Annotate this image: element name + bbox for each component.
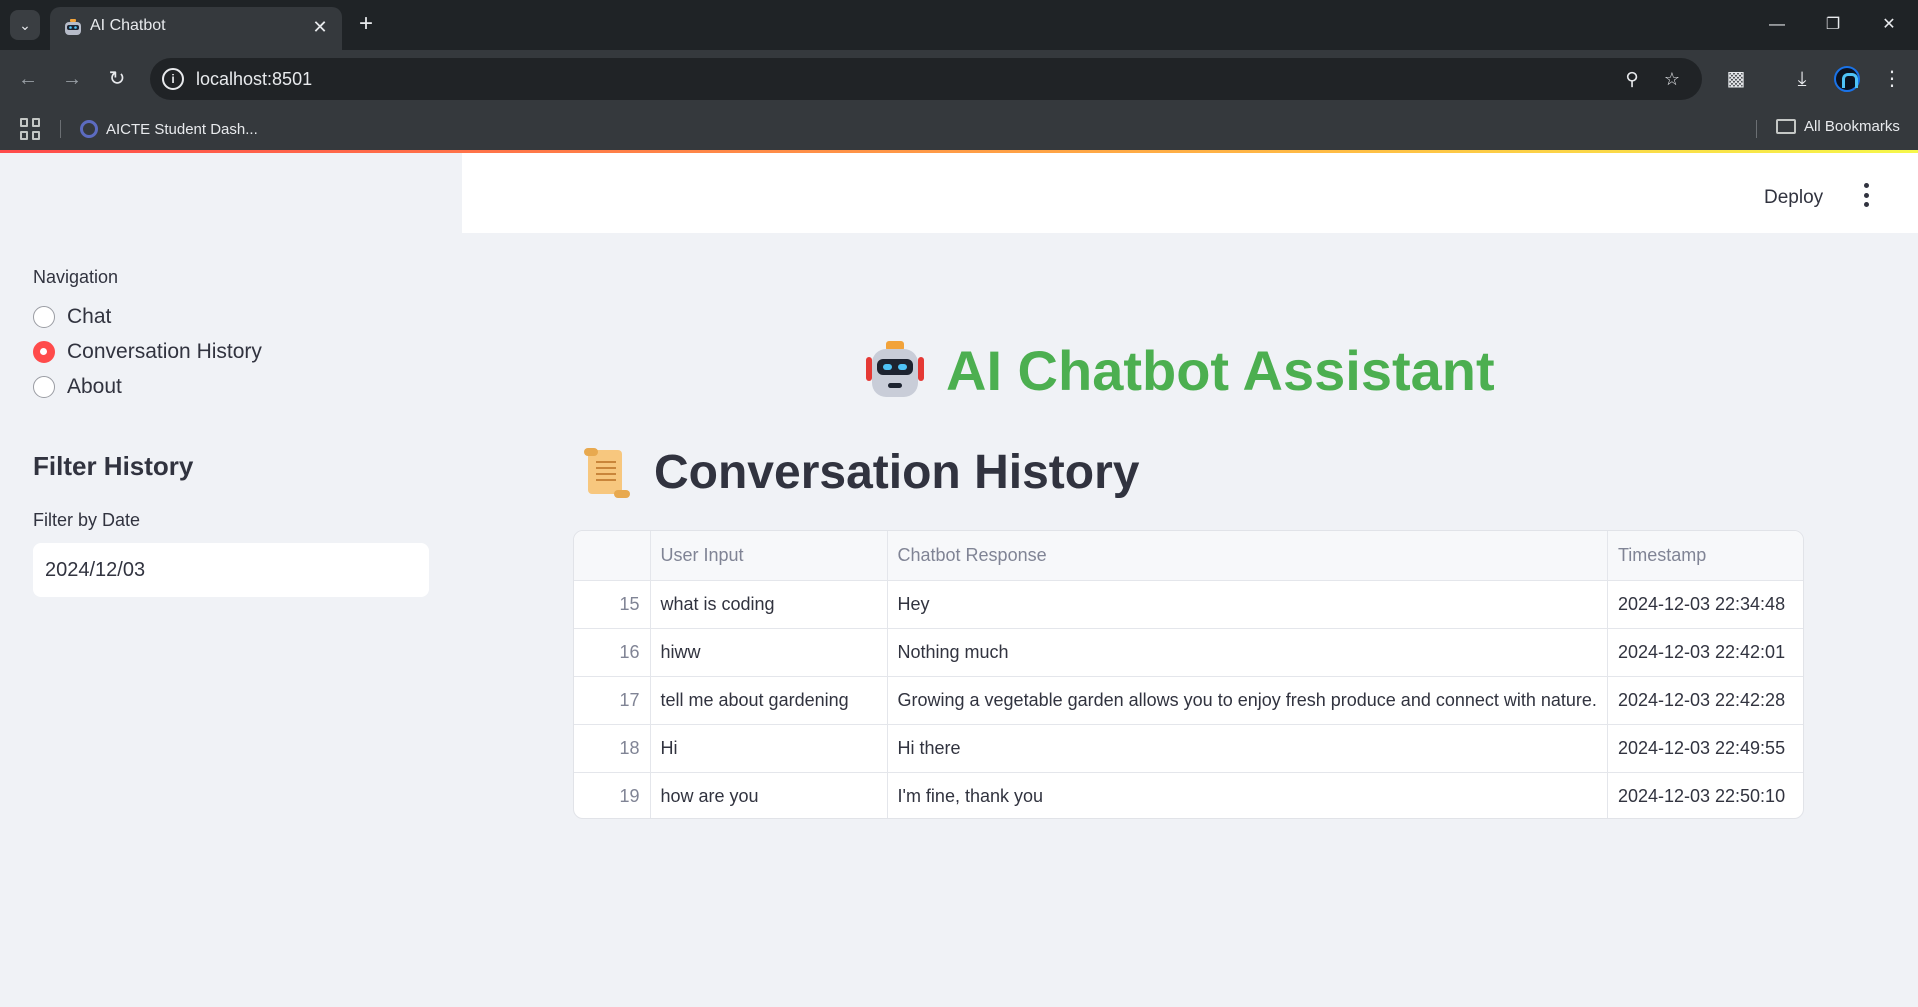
main-menu-icon[interactable] bbox=[1860, 183, 1872, 207]
close-tab-icon[interactable]: ✕ bbox=[308, 15, 332, 39]
folder-icon bbox=[1776, 119, 1796, 134]
cell-timestamp[interactable]: 2024-12-03 22:50:10 bbox=[1607, 772, 1803, 818]
radio-button-selected[interactable] bbox=[33, 341, 55, 363]
nav-option-label: Conversation History bbox=[67, 340, 262, 363]
reload-icon[interactable]: ↻ bbox=[101, 63, 133, 95]
scroll-icon bbox=[584, 447, 630, 498]
cell-response[interactable]: I'm fine, thank you bbox=[887, 772, 1608, 818]
restore-icon[interactable]: ❐ bbox=[1818, 10, 1848, 40]
back-icon[interactable]: ← bbox=[12, 63, 44, 95]
robot-favicon-icon bbox=[65, 19, 81, 35]
radio-button[interactable] bbox=[33, 306, 55, 328]
nav-option-chat[interactable]: Chat bbox=[33, 305, 111, 329]
browser-tab[interactable]: AI Chatbot ✕ bbox=[50, 7, 342, 50]
profile-avatar[interactable] bbox=[1834, 66, 1860, 92]
filter-history-heading: Filter History bbox=[33, 451, 194, 481]
nav-option-about[interactable]: About bbox=[33, 375, 122, 399]
cell-timestamp[interactable]: 2024-12-03 22:42:28 bbox=[1607, 676, 1803, 725]
cell-user-input[interactable]: how are you bbox=[650, 772, 888, 818]
download-icon[interactable]: ⤓ bbox=[1786, 63, 1818, 95]
date-filter-input[interactable]: 2024/12/03 bbox=[33, 543, 429, 597]
zoom-icon[interactable]: ⚲ bbox=[1620, 67, 1644, 91]
table-row: 15 what is coding Hey 2024-12-03 22:34:4… bbox=[574, 580, 1803, 629]
section-title-text: Conversation History bbox=[654, 446, 1140, 499]
section-heading: Conversation History bbox=[580, 445, 1139, 500]
main-content: Deploy AI Chatbot Assistant Conversation… bbox=[462, 153, 1918, 1007]
cell-user-input[interactable]: hiww bbox=[650, 628, 888, 677]
column-header-timestamp[interactable]: Timestamp bbox=[1607, 531, 1803, 581]
sidebar: Navigation Chat Conversation History Abo… bbox=[0, 153, 462, 1007]
site-info-icon[interactable]: i bbox=[162, 68, 184, 90]
browser-menu-icon[interactable]: ⋮ bbox=[1876, 63, 1908, 95]
cell-user-input[interactable]: what is coding bbox=[650, 580, 888, 629]
cell-user-input[interactable]: Hi bbox=[650, 724, 888, 773]
nav-option-label: About bbox=[67, 375, 122, 398]
close-window-icon[interactable]: ✕ bbox=[1874, 10, 1904, 40]
robot-icon bbox=[866, 341, 924, 397]
row-index: 17 bbox=[574, 676, 651, 725]
browser-tab-bar: ⌄ AI Chatbot ✕ + — ❐ ✕ bbox=[0, 0, 1918, 50]
history-table[interactable]: User Input Chatbot Response Timestamp 15… bbox=[573, 530, 1804, 819]
cell-user-input[interactable]: tell me about gardening bbox=[650, 676, 888, 725]
forward-icon[interactable]: → bbox=[56, 63, 88, 95]
row-index: 19 bbox=[574, 772, 651, 818]
minimize-icon[interactable]: — bbox=[1762, 10, 1792, 40]
app-header: Deploy bbox=[462, 153, 1918, 233]
filter-date-label: Filter by Date bbox=[33, 510, 141, 530]
app-title: AI Chatbot Assistant bbox=[862, 335, 1702, 405]
row-index: 15 bbox=[574, 580, 651, 629]
row-index: 18 bbox=[574, 724, 651, 773]
all-bookmarks-label: All Bookmarks bbox=[1804, 118, 1900, 135]
radio-button[interactable] bbox=[33, 376, 55, 398]
nav-option-label: Chat bbox=[67, 305, 112, 328]
tab-title: AI Chatbot bbox=[90, 17, 166, 34]
row-index: 16 bbox=[574, 628, 651, 677]
navigation-label: Navigation bbox=[33, 267, 119, 287]
cell-timestamp[interactable]: 2024-12-03 22:42:01 bbox=[1607, 628, 1803, 677]
bookmark-label: AICTE Student Dash... bbox=[106, 120, 258, 138]
table-row: 17 tell me about gardening Growing a veg… bbox=[574, 676, 1803, 725]
bookmark-divider bbox=[60, 120, 61, 138]
cell-timestamp[interactable]: 2024-12-03 22:49:55 bbox=[1607, 724, 1803, 773]
cell-response[interactable]: Growing a vegetable garden allows you to… bbox=[887, 676, 1608, 725]
nav-option-conversation-history[interactable]: Conversation History bbox=[33, 340, 262, 364]
app-title-text: AI Chatbot Assistant bbox=[946, 338, 1495, 402]
apps-grid-icon[interactable] bbox=[20, 118, 42, 140]
column-header-index[interactable] bbox=[574, 531, 651, 581]
tab-search-icon[interactable]: ⌄ bbox=[10, 10, 40, 40]
cell-response[interactable]: Nothing much bbox=[887, 628, 1608, 677]
bookmark-item[interactable]: AICTE Student Dash... bbox=[80, 118, 258, 140]
new-tab-icon[interactable]: + bbox=[352, 10, 380, 38]
cell-response[interactable]: Hey bbox=[887, 580, 1608, 629]
browser-toolbar: ← → ↻ i localhost:8501 ⚲ ☆ ▩ ⤓ ⋮ bbox=[0, 50, 1918, 108]
aicte-logo-icon bbox=[80, 120, 98, 138]
extensions-icon[interactable]: ▩ bbox=[1720, 63, 1752, 95]
bookmark-star-icon[interactable]: ☆ bbox=[1660, 67, 1684, 91]
cell-timestamp[interactable]: 2024-12-03 22:34:48 bbox=[1607, 580, 1803, 629]
column-header-user-input[interactable]: User Input bbox=[650, 531, 888, 581]
bookmark-divider bbox=[1756, 120, 1757, 138]
bookmarks-bar: AICTE Student Dash... All Bookmarks bbox=[0, 108, 1918, 150]
table-row: 18 Hi Hi there 2024-12-03 22:49:55 bbox=[574, 724, 1803, 773]
column-header-chatbot-response[interactable]: Chatbot Response bbox=[887, 531, 1608, 581]
table-row: 16 hiww Nothing much 2024-12-03 22:42:01 bbox=[574, 628, 1803, 677]
url-text[interactable]: localhost:8501 bbox=[196, 69, 312, 90]
table-header-row: User Input Chatbot Response Timestamp bbox=[574, 531, 1803, 581]
cell-response[interactable]: Hi there bbox=[887, 724, 1608, 773]
table-row: 19 how are you I'm fine, thank you 2024-… bbox=[574, 772, 1803, 818]
address-bar[interactable]: i localhost:8501 ⚲ ☆ bbox=[150, 58, 1702, 100]
deploy-button[interactable]: Deploy bbox=[1764, 187, 1823, 209]
all-bookmarks-button[interactable]: All Bookmarks bbox=[1776, 118, 1900, 135]
